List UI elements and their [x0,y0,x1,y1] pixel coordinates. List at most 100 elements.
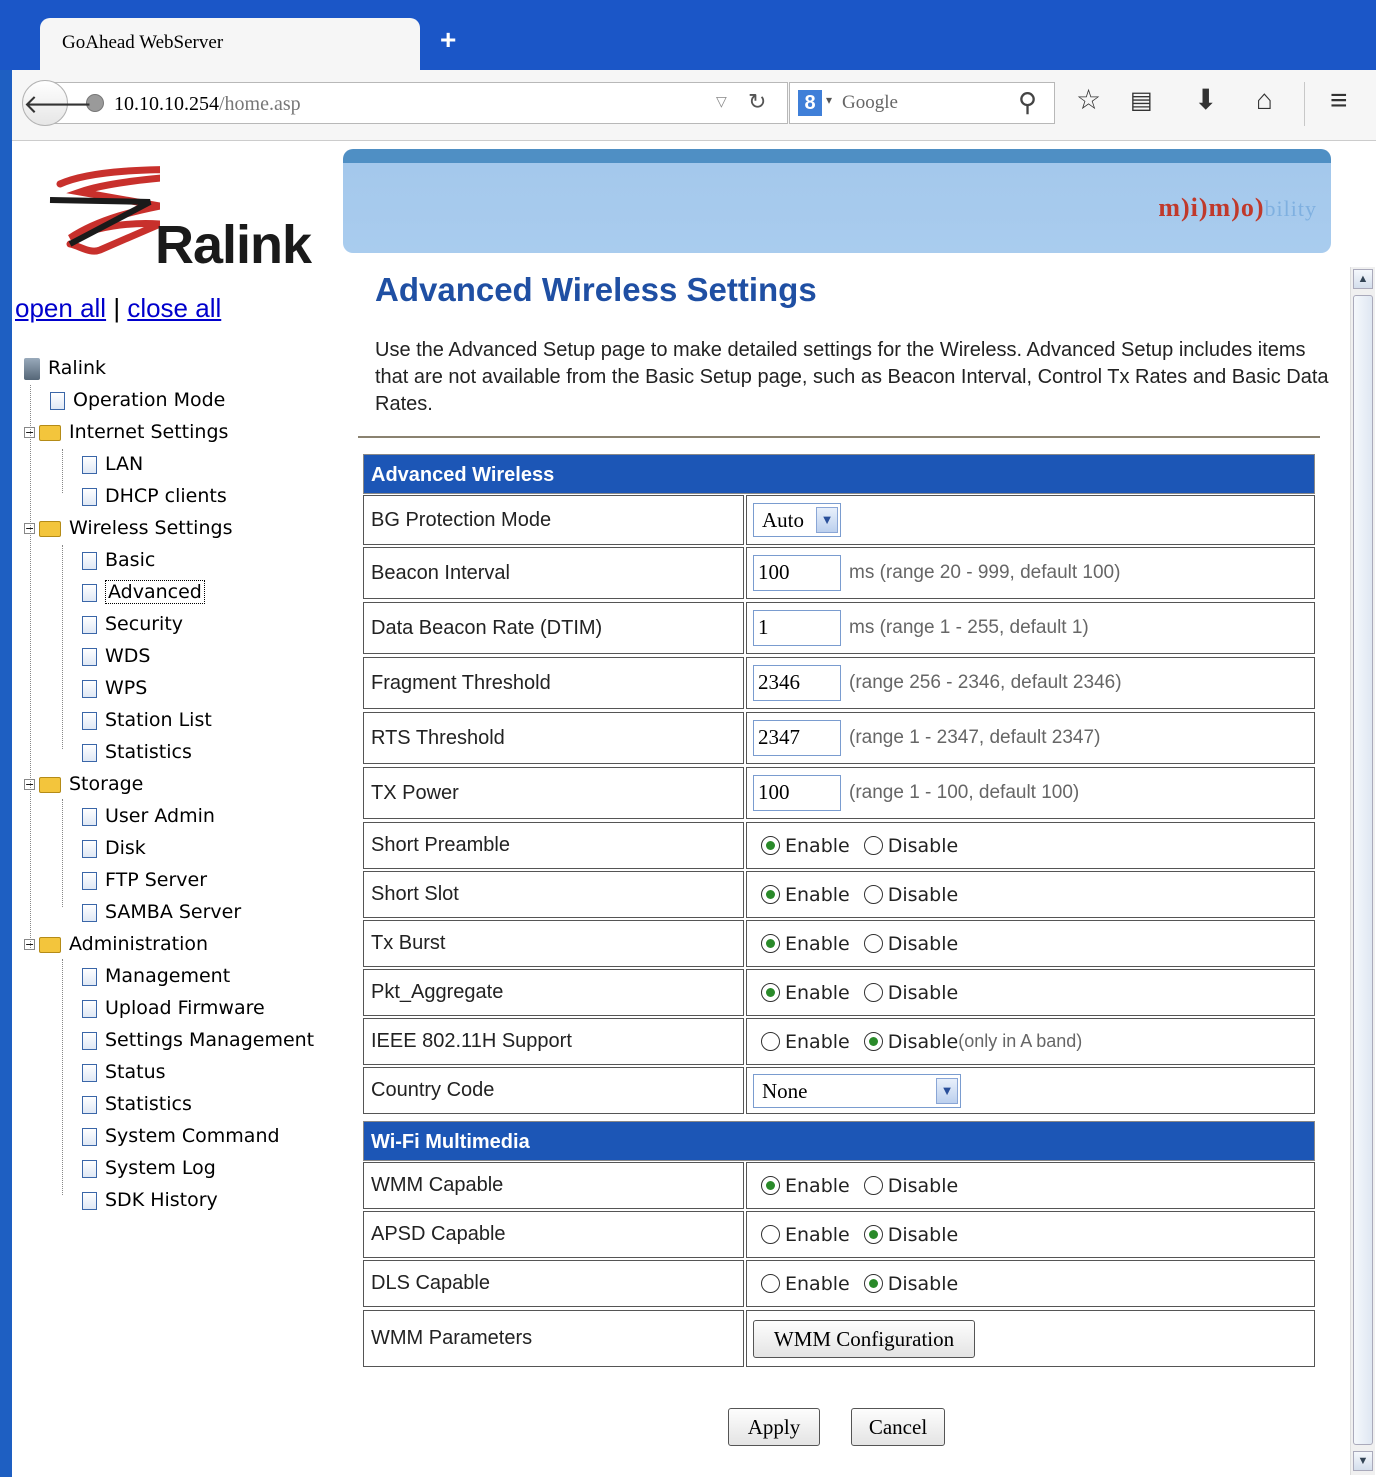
reading-list-icon[interactable]: ▤ [1130,89,1153,113]
page-icon [82,1127,97,1146]
radio-unselected[interactable] [863,983,883,1002]
short-slot-enable-option[interactable]: Enable [761,884,850,906]
close-all-link[interactable]: close all [127,293,221,323]
nav-upload-firmware[interactable]: Upload Firmware [82,993,265,1023]
search-bar[interactable]: 8 ▾ Google ⚲ [789,82,1055,124]
option-label: Disable [887,1223,959,1246]
search-icon[interactable]: ⚲ [1018,87,1037,118]
open-all-link[interactable]: open all [15,293,106,323]
nav-samba-server[interactable]: SAMBA Server [82,897,241,927]
radio-unselected[interactable] [761,1274,780,1293]
back-button[interactable]: 🡐 [22,80,93,126]
cancel-button[interactable]: Cancel [851,1408,945,1446]
short-slot-disable-option[interactable]: Disable [863,884,958,906]
pkt-aggregate-disable-option[interactable]: Disable [863,982,958,1004]
tx-burst-enable-option[interactable]: Enable [761,933,850,955]
radio-selected[interactable] [761,1176,780,1195]
short-preamble-disable-option[interactable]: Disable [863,835,958,857]
nav-internet-settings[interactable]: − Internet Settings [24,417,228,447]
nav-dhcp-clients[interactable]: DHCP clients [82,481,227,511]
radio-unselected[interactable] [863,885,883,904]
radio-selected[interactable] [761,983,780,1002]
download-icon[interactable]: ⬇ [1194,86,1217,114]
radio-unselected[interactable] [863,1176,883,1195]
nav-user-admin[interactable]: User Admin [82,801,215,831]
vertical-scrollbar[interactable]: ▲ ▼ [1350,267,1375,1475]
scroll-up-icon[interactable]: ▲ [1353,269,1373,289]
new-tab-button[interactable]: + [440,26,456,54]
radio-selected[interactable] [761,934,780,953]
nav-settings-management[interactable]: Settings Management [82,1025,314,1055]
search-input[interactable]: Google [842,92,898,114]
wmm-capable-disable-option[interactable]: Disable [863,1175,958,1197]
nav-storage[interactable]: − Storage [24,769,143,799]
nav-system-log[interactable]: System Log [82,1153,216,1183]
ieee-80211h-disable-option[interactable]: Disable [863,1031,958,1053]
nav-lan[interactable]: LAN [82,449,143,479]
apsd-capable-enable-option[interactable]: Enable [761,1224,850,1246]
radio-unselected[interactable] [761,1032,780,1051]
radio-unselected[interactable] [863,836,883,855]
nav-ftp-server[interactable]: FTP Server [82,865,207,895]
url-bar[interactable]: 10.10.10.254/home.asp ▽ ↻ [52,82,788,124]
wmm-configuration-button[interactable]: WMM Configuration [753,1319,975,1358]
url-history-dropdown-icon[interactable]: ▽ [716,93,727,110]
collapse-toggle-icon[interactable]: − [24,779,35,790]
rts-threshold-input[interactable]: 2347 [753,720,841,756]
field-value: Enable Disable [746,1211,1315,1258]
nav-administration[interactable]: − Administration [24,929,208,959]
nav-wps[interactable]: WPS [82,673,147,703]
nav-wireless-statistics[interactable]: Statistics [82,737,192,767]
collapse-toggle-icon[interactable]: − [24,939,35,950]
radio-unselected[interactable] [761,1225,780,1244]
nav-disk[interactable]: Disk [82,833,146,863]
nav-basic[interactable]: Basic [82,545,155,575]
option-label: Enable [785,981,850,1004]
menu-icon[interactable]: ≡ [1330,86,1348,116]
radio-selected[interactable] [761,836,780,855]
tree-root-ralink[interactable]: Ralink [24,353,106,383]
collapse-toggle-icon[interactable]: − [24,427,35,438]
nav-station-list[interactable]: Station List [82,705,212,735]
nav-management[interactable]: Management [82,961,230,991]
reload-icon[interactable]: ↻ [748,89,766,115]
dls-capable-disable-option[interactable]: Disable [863,1273,958,1295]
nav-sdk-history[interactable]: SDK History [82,1185,218,1215]
short-preamble-enable-option[interactable]: Enable [761,835,850,857]
nav-status[interactable]: Status [82,1057,166,1087]
search-engine-dropdown-icon[interactable]: ▾ [826,93,832,107]
wmm-capable-enable-option[interactable]: Enable [761,1175,850,1197]
home-icon[interactable]: ⌂ [1256,86,1273,114]
nav-wireless-settings[interactable]: − Wireless Settings [24,513,232,543]
nav-admin-statistics[interactable]: Statistics [82,1089,192,1119]
nav-wds[interactable]: WDS [82,641,150,671]
country-code-select[interactable]: None ▼ [753,1073,961,1108]
apply-button[interactable]: Apply [728,1408,820,1446]
dls-capable-enable-option[interactable]: Enable [761,1273,850,1295]
pkt-aggregate-enable-option[interactable]: Enable [761,982,850,1004]
bg-protection-select[interactable]: Auto ▼ [753,503,841,537]
radio-selected[interactable] [761,885,780,904]
browser-tab[interactable]: GoAhead WebServer [40,18,420,70]
nav-operation-mode[interactable]: Operation Mode [50,385,225,415]
radio-selected[interactable] [863,1032,883,1051]
dtim-input[interactable]: 1 [753,610,841,646]
collapse-toggle-icon[interactable]: − [24,523,35,534]
search-engine-icon[interactable]: 8 [798,90,822,116]
scrollbar-thumb[interactable] [1353,295,1373,1445]
radio-selected[interactable] [863,1274,883,1293]
radio-unselected[interactable] [863,934,883,953]
tx-power-input[interactable]: 100 [753,775,841,811]
ieee-80211h-enable-option[interactable]: Enable [761,1031,850,1053]
bookmark-star-icon[interactable]: ☆ [1076,86,1101,114]
beacon-interval-input[interactable]: 100 [753,555,841,591]
nav-advanced[interactable]: Advanced [82,577,205,607]
nav-security[interactable]: Security [82,609,183,639]
url-host: 10.10.10.254 [114,93,219,115]
tx-burst-disable-option[interactable]: Disable [863,933,958,955]
scroll-down-icon[interactable]: ▼ [1353,1451,1373,1471]
nav-system-command[interactable]: System Command [82,1121,280,1151]
radio-selected[interactable] [863,1225,883,1244]
apsd-capable-disable-option[interactable]: Disable [863,1223,959,1246]
fragment-threshold-input[interactable]: 2346 [753,665,841,701]
